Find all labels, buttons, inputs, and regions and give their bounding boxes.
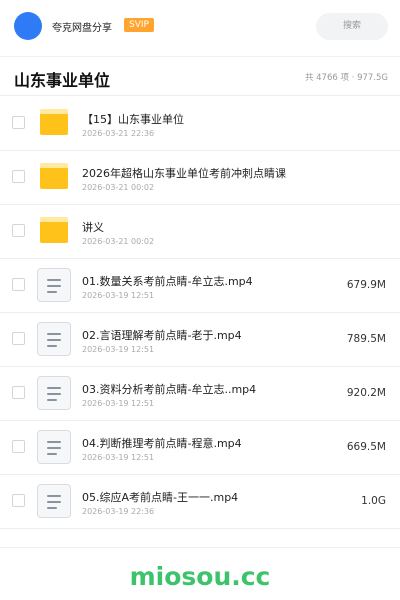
folder-header: 山东事业单位 共 4766 项 · 977.5G	[0, 56, 400, 96]
list-item[interactable]: 03.资料分析考前点睛-牟立志..mp4 2026-03-19 12:51 92…	[0, 367, 400, 421]
file-date: 2026-03-19 12:51	[82, 453, 155, 462]
video-file-icon	[37, 376, 71, 410]
file-list: 【15】山东事业单位 2026-03-21 22:36 2026年超格山东事业单…	[0, 97, 400, 529]
row-checkbox[interactable]	[12, 386, 25, 399]
list-item[interactable]: 04.判断推理考前点睛-程意.mp4 2026-03-19 12:51 669.…	[0, 421, 400, 475]
search-button[interactable]: 搜索	[316, 13, 388, 40]
file-name: 04.判断推理考前点睛-程意.mp4	[82, 437, 242, 450]
file-name: 讲义	[82, 221, 104, 234]
row-checkbox[interactable]	[12, 332, 25, 345]
file-name: 【15】山东事业单位	[82, 113, 184, 126]
row-checkbox[interactable]	[12, 278, 25, 291]
file-size: 679.9M	[346, 279, 386, 291]
username: 夸克网盘分享	[52, 23, 112, 34]
row-checkbox[interactable]	[12, 440, 25, 453]
file-date: 2026-03-21 22:36	[82, 129, 155, 138]
row-checkbox[interactable]	[12, 224, 25, 237]
video-file-icon	[37, 484, 71, 518]
row-checkbox[interactable]	[12, 170, 25, 183]
file-name: 03.资料分析考前点睛-牟立志..mp4	[82, 383, 257, 396]
list-item[interactable]: 讲义 2026-03-21 00:02	[0, 205, 400, 259]
list-item[interactable]: 01.数量关系考前点睛-牟立志.mp4 2026-03-19 12:51 679…	[0, 259, 400, 313]
file-name: 02.言语理解考前点睛-老于.mp4	[82, 329, 242, 342]
page-title: 山东事业单位	[14, 71, 111, 90]
list-item[interactable]: 05.综应A考前点睛-王一一.mp4 2026-03-19 22:36 1.0G	[0, 475, 400, 529]
folder-icon	[40, 217, 68, 243]
file-name: 05.综应A考前点睛-王一一.mp4	[82, 491, 239, 504]
folder-icon	[40, 163, 68, 189]
file-size: 669.5M	[346, 441, 386, 453]
file-size: 920.2M	[346, 387, 386, 399]
file-date: 2026-03-19 12:51	[82, 291, 155, 300]
file-date: 2026-03-21 00:02	[82, 183, 155, 192]
file-date: 2026-03-19 12:51	[82, 399, 155, 408]
file-name: 01.数量关系考前点睛-牟立志.mp4	[82, 275, 253, 288]
video-file-icon	[37, 430, 71, 464]
list-item[interactable]: 2026年超格山东事业单位考前冲刺点睛课 2026-03-21 00:02	[0, 151, 400, 205]
video-file-icon	[37, 268, 71, 302]
list-item[interactable]: 02.言语理解考前点睛-老于.mp4 2026-03-19 12:51 789.…	[0, 313, 400, 367]
top-bar: 夸克网盘分享 SVIP 搜索	[0, 0, 400, 52]
folder-summary: 共 4766 项 · 977.5G	[304, 73, 388, 83]
file-date: 2026-03-19 12:51	[82, 345, 155, 354]
file-date: 2026-03-19 22:36	[82, 507, 155, 516]
divider	[0, 547, 400, 548]
file-name: 2026年超格山东事业单位考前冲刺点睛课	[82, 167, 286, 180]
svip-badge: SVIP	[124, 18, 154, 32]
file-size: 1.0G	[361, 495, 386, 507]
row-checkbox[interactable]	[12, 116, 25, 129]
list-item[interactable]: 【15】山东事业单位 2026-03-21 22:36	[0, 97, 400, 151]
file-date: 2026-03-21 00:02	[82, 237, 155, 246]
file-size: 789.5M	[346, 333, 386, 345]
avatar[interactable]	[14, 12, 42, 40]
folder-icon	[40, 109, 68, 135]
row-checkbox[interactable]	[12, 494, 25, 507]
video-file-icon	[37, 322, 71, 356]
watermark: miosou.cc	[129, 562, 271, 591]
